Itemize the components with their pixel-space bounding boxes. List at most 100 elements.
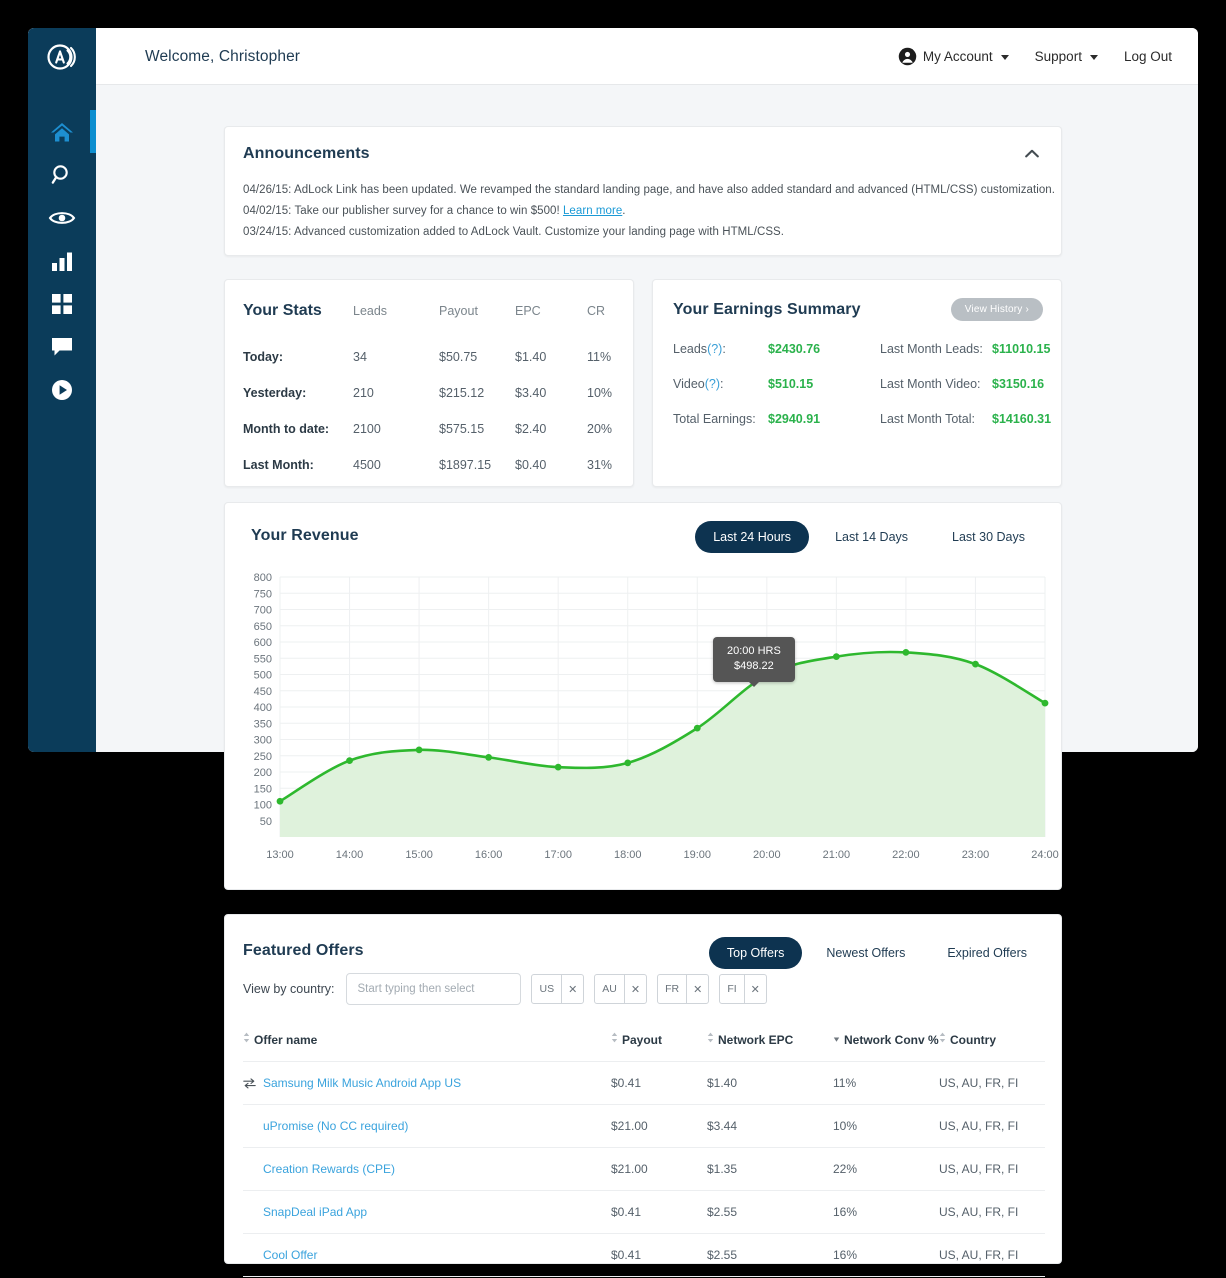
svg-text:300: 300 (254, 735, 272, 747)
chat-bubble-icon (50, 336, 74, 358)
stats-cell-epc: $2.40 (515, 422, 547, 436)
table-row: Today: 34 $50.75 $1.40 11% (243, 350, 617, 386)
svg-text:19:00: 19:00 (684, 849, 712, 861)
tab-expired-offers[interactable]: Expired Offers (929, 937, 1045, 969)
offers-col-name[interactable]: Offer name (243, 1023, 611, 1062)
help-icon[interactable]: (?) (705, 377, 720, 391)
offers-col-conv[interactable]: Network Conv % (833, 1023, 939, 1062)
sidebar-item-messages[interactable] (28, 325, 96, 368)
table-row: Creation Rewards (CPE) $21.00 $1.35 22% … (243, 1147, 1045, 1191)
play-circle-icon (50, 378, 74, 402)
svg-text:15:00: 15:00 (405, 849, 433, 861)
stats-table: Your Stats Leads Payout EPC CR Today: 34… (243, 302, 617, 494)
table-row: Samsung Milk Music Android App US $0.41 … (243, 1061, 1045, 1105)
stats-row-label: Month to date: (243, 422, 330, 436)
offer-epc-cell: $1.35 (707, 1147, 833, 1191)
stats-col-cr: CR (587, 304, 606, 318)
table-row: uPromise (No CC required) $21.00 $3.44 1… (243, 1104, 1045, 1148)
stats-cell-epc: $3.40 (515, 386, 547, 400)
svg-text:13:00: 13:00 (266, 849, 294, 861)
country-chip-label: FR (665, 983, 680, 995)
svg-text:750: 750 (254, 588, 272, 600)
offers-table: Offer name Payout Network EPC Network Co… (243, 1023, 1045, 1278)
sidebar-item-reports[interactable] (28, 239, 96, 282)
close-icon[interactable]: ✕ (686, 975, 708, 1003)
table-row: Month to date: 2100 $575.15 $2.40 20% (243, 422, 617, 458)
svg-text:18:00: 18:00 (614, 849, 642, 861)
featured-offers-title: Featured Offers (243, 942, 364, 959)
stats-row-label: Today: (243, 350, 284, 364)
home-icon (49, 120, 75, 144)
announcement-text-after: . (622, 205, 626, 217)
tab-last-30-days[interactable]: Last 30 Days (934, 521, 1043, 553)
offers-col-payout[interactable]: Payout (611, 1023, 707, 1062)
sort-icon (243, 1032, 251, 1046)
view-history-button[interactable]: View History › (950, 298, 1043, 321)
my-account-menu[interactable]: My Account (898, 47, 1009, 66)
stats-cell-payout: $1897.15 (439, 458, 492, 472)
stats-cell-cr: 31% (587, 458, 613, 472)
earnings-title: Your Earnings Summary (673, 301, 861, 318)
support-menu[interactable]: Support (1035, 49, 1098, 64)
earnings-grid: Leads(?): $2430.76 Last Month Leads: $11… (673, 342, 1051, 426)
earnings-summary-card: Your Earnings Summary View History › Lea… (652, 279, 1062, 487)
offer-payout-cell: $21.00 (611, 1104, 707, 1148)
offer-payout-cell: $0.41 (611, 1233, 707, 1277)
svg-text:100: 100 (254, 800, 272, 812)
offer-name-link[interactable]: uPromise (No CC required) (263, 1119, 408, 1133)
offers-col-epc[interactable]: Network EPC (707, 1023, 833, 1062)
search-icon (50, 163, 74, 187)
announcements-collapse-button[interactable] (1021, 143, 1043, 165)
offers-col-country[interactable]: Country (939, 1023, 1045, 1062)
close-icon[interactable]: ✕ (623, 975, 646, 1003)
close-icon[interactable]: ✕ (561, 975, 583, 1003)
stats-cell-leads: 2100 (353, 422, 381, 436)
announcement-item: 04/02/15: Take our publisher survey for … (243, 201, 1055, 222)
tab-top-offers[interactable]: Top Offers (708, 937, 803, 969)
announcements-title: Announcements (243, 145, 370, 162)
offer-name-link[interactable]: Creation Rewards (CPE) (263, 1162, 395, 1176)
sidebar-item-home[interactable] (28, 110, 99, 153)
tab-newest-offers[interactable]: Newest Offers (808, 937, 923, 969)
sidebar-item-visibility[interactable] (28, 196, 96, 239)
sidebar-item-apps[interactable] (28, 282, 96, 325)
page-root: Welcome, Christopher My Account Support (0, 0, 1226, 1278)
revenue-chart[interactable]: 50 100 150 200 250 300 350 400 450 500 550 600 650 70… (225, 569, 1063, 869)
your-stats-card: Your Stats Leads Payout EPC CR Today: 34… (224, 279, 634, 487)
country-filter: View by country: US ✕ AU ✕ FR ✕ FI ✕ (243, 973, 767, 1005)
announcements-card: Announcements 04/26/15: AdLock Link has … (224, 126, 1062, 256)
announcement-item: 04/26/15: AdLock Link has been updated. … (243, 180, 1055, 201)
help-icon[interactable]: (?) (707, 342, 722, 356)
sidebar-item-search[interactable] (28, 153, 96, 196)
learn-more-link[interactable]: Learn more (563, 205, 622, 217)
offer-name-link[interactable]: Cool Offer (263, 1248, 317, 1262)
featured-offers-card: Featured Offers Top Offers Newest Offers… (224, 914, 1062, 1278)
earnings-value-last-month-video: $3150.16 (992, 377, 1045, 391)
user-circle-icon (898, 47, 917, 66)
stats-cell-cr: 11% (587, 350, 612, 364)
offer-payout-cell: $0.41 (611, 1061, 707, 1105)
offer-country-cell: US, AU, FR, FI (939, 1061, 1045, 1105)
offer-name-link[interactable]: SnapDeal iPad App (263, 1205, 367, 1219)
offer-name-cell: Samsung Milk Music Android App US (243, 1061, 611, 1105)
earnings-value-total: $2940.91 (768, 412, 821, 426)
swap-icon[interactable] (243, 1078, 256, 1092)
stats-row-label: Last Month: (243, 458, 314, 472)
svg-text:250: 250 (254, 751, 272, 763)
country-chip-label: US (539, 983, 555, 995)
table-row: Cool Offer $0.41 $2.55 16% US, AU, FR, F… (243, 1233, 1045, 1277)
close-icon[interactable]: ✕ (743, 975, 766, 1003)
tab-last-24-hours[interactable]: Last 24 Hours (695, 521, 810, 553)
earnings-value-video: $510.15 (768, 377, 814, 391)
grid-icon (51, 293, 73, 315)
country-search-input[interactable] (346, 973, 522, 1005)
earnings-value-last-month-total: $14160.31 (992, 412, 1052, 426)
brand-block[interactable] (28, 28, 96, 85)
svg-text:650: 650 (254, 621, 272, 633)
sidebar-item-media[interactable] (28, 368, 96, 411)
offer-name-link[interactable]: Samsung Milk Music Android App US (263, 1076, 461, 1090)
country-filter-label: View by country: (243, 982, 335, 996)
sidebar (28, 85, 99, 752)
tab-last-14-days[interactable]: Last 14 Days (817, 521, 926, 553)
log-out-link[interactable]: Log Out (1124, 49, 1172, 64)
